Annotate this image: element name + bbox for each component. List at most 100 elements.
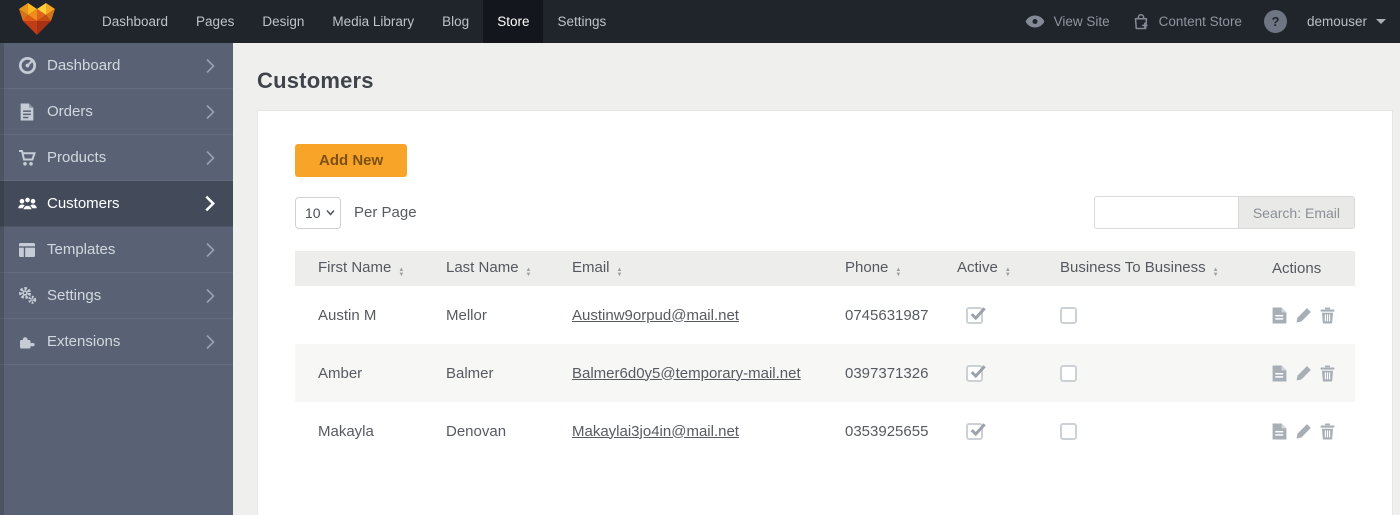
b2b-checkbox[interactable]: [1060, 364, 1077, 382]
row-actions: [1272, 423, 1355, 440]
view-details-button[interactable]: [1272, 365, 1287, 382]
cell-email: Austinw9orpud@mail.net: [549, 286, 822, 344]
sidebar-item-label: Extensions: [47, 333, 121, 350]
column-header-business-to-business[interactable]: Business To Business ▲ ▼: [1037, 251, 1249, 286]
sort-icon[interactable]: ▲ ▼: [526, 267, 532, 278]
sidebar-item-dashboard[interactable]: Dashboard: [0, 43, 233, 89]
sidebar-item-templates[interactable]: Templates: [0, 227, 233, 273]
users-icon: [16, 195, 38, 213]
sidebar-item-customers[interactable]: Customers: [0, 181, 233, 227]
sidebar-item-orders[interactable]: Orders: [0, 89, 233, 135]
top-nav-settings[interactable]: Settings: [543, 0, 620, 43]
sidebar-item-label: Settings: [47, 287, 102, 304]
view-details-button[interactable]: [1272, 307, 1287, 324]
file-text-icon: [1272, 423, 1287, 439]
cell-last-name: Mellor: [446, 306, 487, 324]
delete-button[interactable]: [1320, 423, 1335, 440]
chevron-right-icon: [206, 150, 215, 166]
pencil-icon: [1296, 307, 1311, 323]
sidebar-item-settings[interactable]: Settings: [0, 273, 233, 319]
table-row: Amber Balmer Balmer6d0y5@temporary-mail.…: [295, 344, 1355, 402]
document-icon: [16, 103, 38, 121]
delete-button[interactable]: [1320, 307, 1335, 324]
cell-actions: [1249, 344, 1355, 402]
view-site-button[interactable]: View Site: [1025, 14, 1110, 29]
b2b-checkbox[interactable]: [1060, 422, 1077, 440]
sort-icon[interactable]: ▲ ▼: [1213, 267, 1219, 278]
sidebar-item-label: Orders: [47, 103, 93, 120]
top-nav: Dashboard Pages Design Media Library Blo…: [88, 0, 620, 43]
heart-logo-icon: [16, 1, 58, 42]
gauge-icon: [16, 56, 38, 75]
top-nav-design[interactable]: Design: [248, 0, 318, 43]
cell-business-to-business: [1037, 286, 1249, 344]
b2b-checkbox[interactable]: [1060, 306, 1077, 324]
sort-icon[interactable]: ▲ ▼: [617, 267, 623, 278]
gears-icon: [16, 286, 38, 305]
active-checkbox[interactable]: [966, 306, 986, 324]
per-page-select[interactable]: 10: [295, 196, 341, 229]
per-page-select-wrap: 10: [295, 196, 341, 229]
chevron-right-icon: [206, 58, 215, 74]
sidebar-item-label: Dashboard: [47, 57, 121, 74]
puzzle-icon: [16, 333, 38, 351]
content-store-button[interactable]: Content Store: [1132, 13, 1242, 31]
active-checkbox[interactable]: [966, 422, 986, 440]
chevron-right-icon: [205, 195, 215, 212]
cell-phone: 0745631987: [845, 306, 929, 324]
cell-active: [934, 344, 1037, 402]
email-link[interactable]: Makaylai3jo4in@mail.net: [572, 423, 739, 440]
per-page-label: Per Page: [354, 204, 417, 221]
edit-button[interactable]: [1295, 307, 1312, 324]
app-logo[interactable]: [0, 0, 74, 43]
sidebar: Dashboard Orders Products Customers Temp…: [0, 43, 233, 515]
sort-icon[interactable]: ▲ ▼: [1005, 267, 1011, 278]
search-input[interactable]: [1093, 196, 1239, 229]
username-label: demouser: [1306, 14, 1367, 29]
help-button[interactable]: ?: [1263, 10, 1287, 33]
cell-phone: 0353925655: [845, 422, 929, 440]
column-header-last-name[interactable]: Last Name ▲ ▼: [423, 251, 549, 286]
row-actions: [1272, 365, 1355, 382]
cell-last-name: Denovan: [446, 422, 507, 440]
delete-button[interactable]: [1320, 365, 1335, 382]
chevron-right-icon: [206, 288, 215, 304]
top-nav-pages[interactable]: Pages: [182, 0, 248, 43]
question-mark-icon: ?: [1271, 14, 1280, 29]
chevron-right-icon: [206, 334, 215, 350]
sidebar-item-products[interactable]: Products: [0, 135, 233, 181]
top-nav-store[interactable]: Store: [483, 0, 544, 43]
cell-first-name: Amber: [318, 364, 363, 382]
edit-button[interactable]: [1295, 423, 1312, 440]
sort-icon[interactable]: ▲ ▼: [398, 267, 404, 278]
column-header-active[interactable]: Active ▲ ▼: [934, 251, 1037, 286]
topbar-right: View Site Content Store ? demouser: [1003, 0, 1400, 43]
cell-first-name: Makayla: [318, 422, 374, 440]
column-header-first-name[interactable]: First Name ▲ ▼: [295, 251, 423, 286]
top-nav-blog[interactable]: Blog: [428, 0, 483, 43]
trash-icon: [1320, 307, 1335, 323]
user-menu[interactable]: demouser: [1307, 14, 1386, 29]
cell-last-name: Balmer: [446, 364, 494, 382]
edit-button[interactable]: [1295, 365, 1312, 382]
column-header-phone[interactable]: Phone ▲ ▼: [822, 251, 934, 286]
sidebar-item-extensions[interactable]: Extensions: [0, 319, 233, 365]
column-header-actions: Actions: [1249, 251, 1355, 286]
view-details-button[interactable]: [1272, 423, 1287, 440]
active-checkbox[interactable]: [966, 364, 986, 382]
file-text-icon: [1272, 307, 1287, 323]
email-link[interactable]: Balmer6d0y5@temporary-mail.net: [572, 365, 801, 382]
sort-icon[interactable]: ▲ ▼: [895, 267, 901, 278]
top-nav-dashboard[interactable]: Dashboard: [88, 0, 182, 43]
cell-business-to-business: [1037, 402, 1249, 460]
topbar: Dashboard Pages Design Media Library Blo…: [0, 0, 1400, 43]
email-link[interactable]: Austinw9orpud@mail.net: [572, 307, 739, 324]
table-header-row: First Name ▲ ▼ Last Name ▲ ▼ Email ▲ ▼ Phone ▲ ▼…: [295, 251, 1355, 286]
trash-icon: [1320, 423, 1335, 439]
add-new-button[interactable]: Add New: [295, 144, 408, 177]
column-header-email[interactable]: Email ▲ ▼: [549, 251, 822, 286]
search-email-button[interactable]: Search: Email: [1238, 196, 1355, 229]
chevron-right-icon: [206, 104, 215, 120]
pencil-icon: [1296, 423, 1311, 439]
top-nav-media-library[interactable]: Media Library: [318, 0, 428, 43]
